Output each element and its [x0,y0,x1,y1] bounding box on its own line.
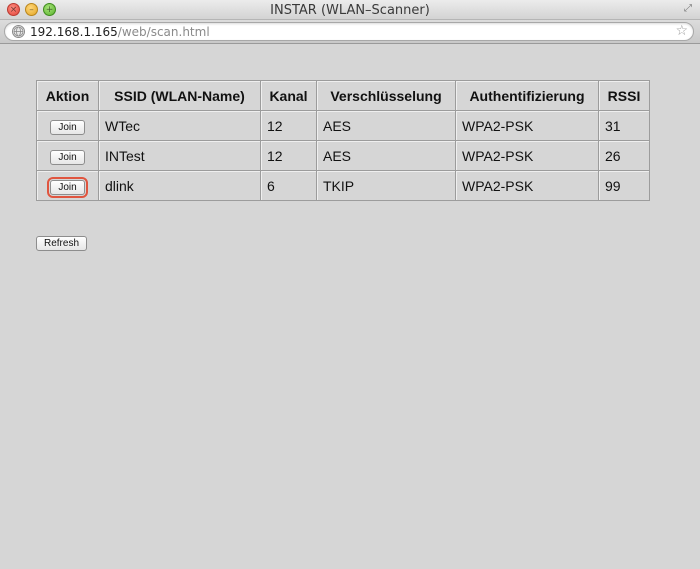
header-rssi: RSSI [598,80,650,111]
cell-ssid: INTest [98,140,261,171]
address-bar[interactable]: 192.168.1.165/web/scan.html ☆ [4,22,694,41]
header-verschluesselung: Verschlüsselung [316,80,456,111]
url-host: 192.168.1.165 [30,25,118,39]
refresh-button[interactable]: Refresh [36,236,88,251]
cell-rssi: 31 [598,110,650,141]
url-path: /web/scan.html [117,25,210,39]
header-ssid: SSID (WLAN-Name) [98,80,261,111]
star-icon[interactable]: ☆ [675,23,688,39]
cell-auth: WPA2-PSK [455,170,599,201]
cell-verschluesselung: AES [316,140,456,171]
url-text[interactable]: 192.168.1.165/web/scan.html [30,25,210,39]
wlan-scan-table: Aktion SSID (WLAN-Name) Kanal Verschlüss… [36,80,650,201]
cell-kanal: 6 [260,170,317,201]
cell-ssid: dlink [98,170,261,201]
window-title: INSTAR (WLAN–Scanner) [270,3,430,18]
cell-action: Join [36,170,99,201]
join-button-highlighted[interactable]: Join [47,176,88,198]
window-titlebar: × – + INSTAR (WLAN–Scanner) ⤢ [0,0,700,20]
browser-toolbar: 192.168.1.165/web/scan.html ☆ [0,20,700,44]
cell-kanal: 12 [260,110,317,141]
cell-auth: WPA2-PSK [455,110,599,141]
cell-kanal: 12 [260,140,317,171]
cell-verschluesselung: TKIP [316,170,456,201]
cell-rssi: 26 [598,140,650,171]
header-authentifizierung: Authentifizierung [455,80,599,111]
fullscreen-icon[interactable]: ⤢ [682,3,694,15]
cell-rssi: 99 [598,170,650,201]
header-kanal: Kanal [260,80,317,111]
join-button[interactable]: Join [50,149,85,165]
table-header-row: Aktion SSID (WLAN-Name) Kanal Verschlüss… [36,80,650,111]
cell-ssid: WTec [98,110,261,141]
cell-verschluesselung: AES [316,110,456,141]
join-button[interactable]: Join [50,119,85,135]
table-row: Join dlink 6 TKIP WPA2-PSK 99 [36,170,650,201]
header-aktion: Aktion [36,80,99,111]
table-row: Join WTec 12 AES WPA2-PSK 31 [36,110,650,141]
cell-auth: WPA2-PSK [455,140,599,171]
globe-icon [12,25,25,38]
cell-action: Join [36,140,99,171]
table-row: Join INTest 12 AES WPA2-PSK 26 [36,140,650,171]
cell-action: Join [36,110,99,141]
